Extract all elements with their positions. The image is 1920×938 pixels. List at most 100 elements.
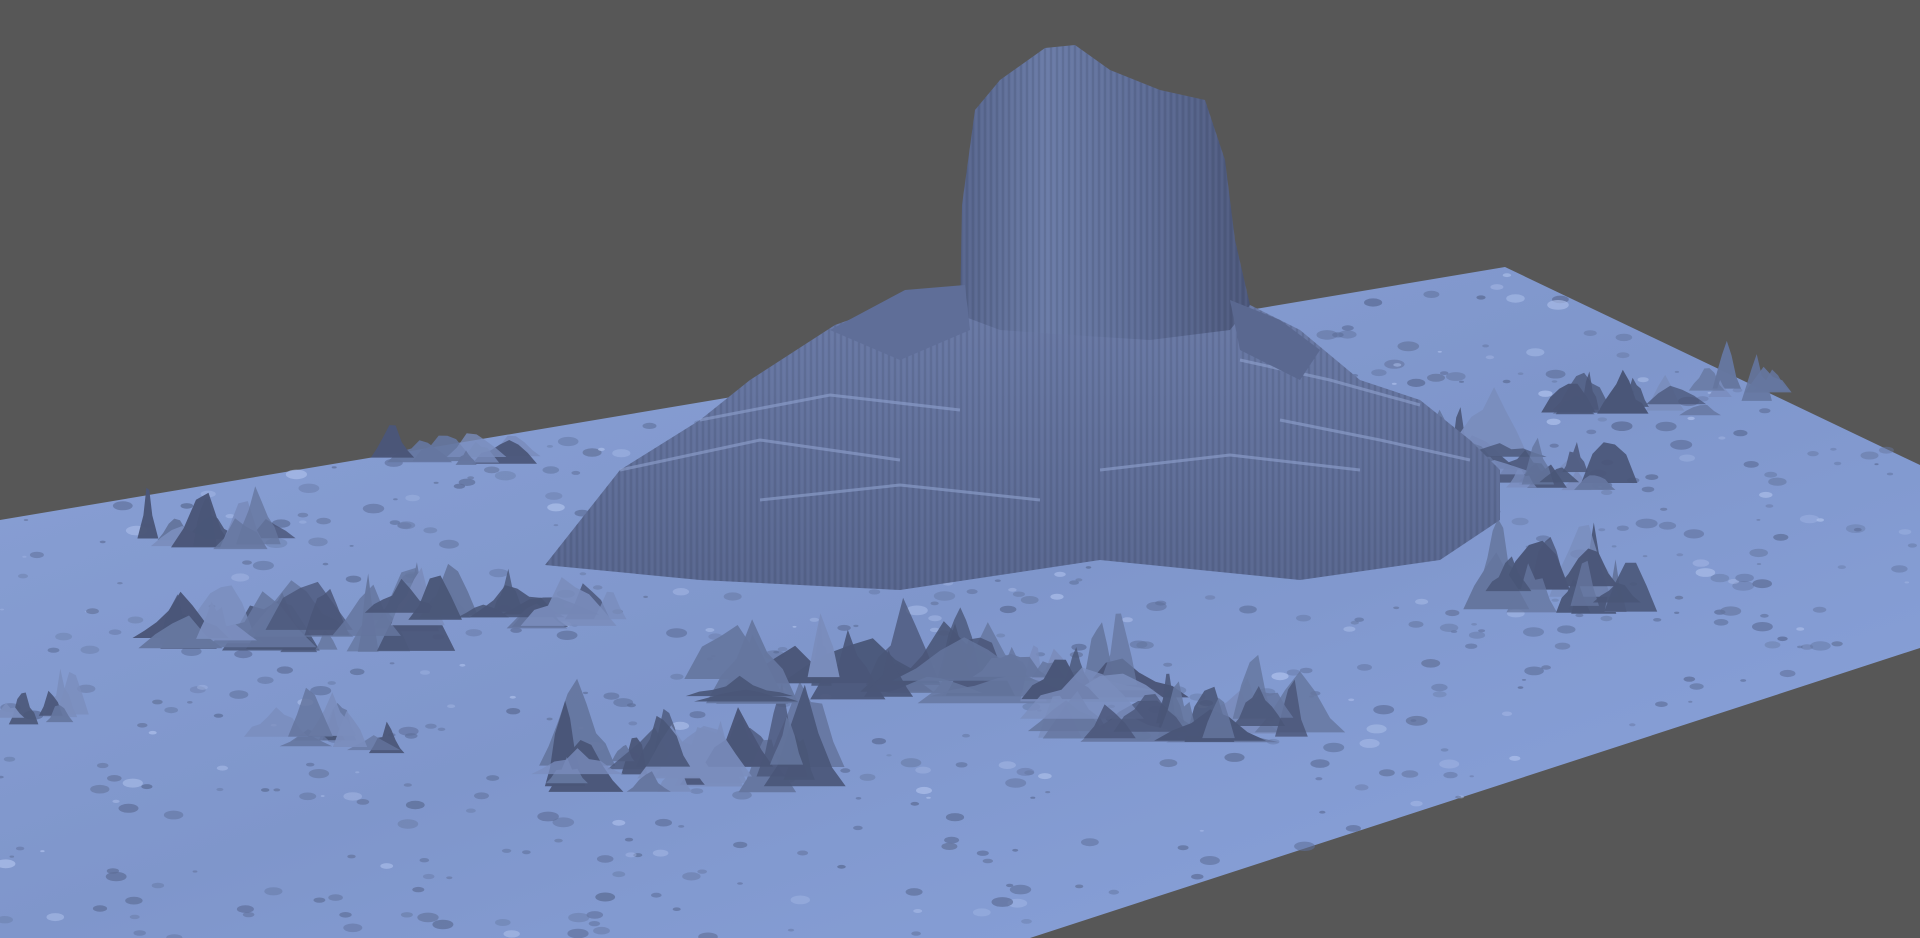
terrain-speck [926,796,931,799]
terrain-speck [320,795,325,797]
terrain-speck [1204,595,1216,600]
terrain-speck [236,905,254,913]
terrain-speck [1779,669,1796,678]
terrain-speck [1439,623,1459,632]
terrain-speck [1768,477,1787,486]
terrain-speck [1853,527,1862,532]
terrain-speck [486,775,500,781]
terrain-speck [571,470,581,475]
terrain-speck [1310,759,1330,768]
terrain-speck [1465,643,1478,649]
terrain-speck [213,713,224,718]
terrain-speck [612,871,626,878]
terrain-speck [423,527,438,534]
terrain-speck [557,436,579,447]
terrain-speck [1688,700,1693,703]
terrain-speck [1199,829,1204,832]
terrain-speck [837,864,846,869]
terrain-speck [1421,659,1441,668]
terrain-speck [1597,417,1608,422]
terrain-speck [1357,664,1372,671]
rock-peak [370,425,415,458]
terrain-speck [1468,631,1486,639]
terrain-speck [355,771,360,774]
terrain-speck [285,469,307,480]
terrain-speck [187,701,193,704]
terrain-render [0,45,1920,938]
terrain-speck [439,539,459,549]
terrain-speck [412,886,425,893]
terrain-speck [991,897,1014,907]
terrain-speck [316,517,331,525]
terrain-speck [3,756,16,762]
terrain-speck [92,905,108,912]
terrain-speck [1759,408,1771,414]
terrain-speck [1749,548,1768,558]
terrain-speck [625,852,637,858]
terrain-speck [466,808,476,813]
terrain-speck [1683,529,1705,539]
terrain-speck [495,919,511,926]
terrain-speck [1635,518,1658,529]
terrain-speck [1551,598,1559,602]
terrain-speck [853,624,859,628]
terrain-speck [299,792,317,801]
terrain-speck [417,912,439,923]
terrain-speck [1445,609,1460,617]
terrain-speck [343,792,363,801]
terrain-speck [405,800,425,810]
terrain-speck [506,708,521,715]
terrain-speck [306,762,315,767]
terrain-speck [790,895,810,905]
terrain-speck [216,787,224,792]
terrain-speck [1655,701,1668,707]
terrain-speck [1379,769,1395,777]
terrain-speck [1760,613,1769,618]
terrain-speck [389,662,395,665]
terrain-speck [1807,451,1819,457]
terrain-speck [1799,514,1820,524]
terrain-speck [522,850,531,855]
terrain-speck [1191,873,1204,880]
terrain-speck [1485,355,1495,360]
terrain-speck [1655,421,1677,432]
terrain-speck [1359,738,1380,748]
terrain-speck [1733,429,1748,437]
terrain-speck [403,783,412,787]
terrain-speck [1459,380,1464,383]
terrain-speck [982,858,993,864]
terrain-speck [509,695,516,699]
terrain-speck [459,663,466,667]
terrain-speck [1408,621,1424,628]
terrain-speck [1354,617,1364,622]
terrain-speck [596,855,614,863]
terrain-speck [465,629,483,637]
terrain-speck [1502,379,1511,384]
terrain-speck [23,519,29,521]
terrain-speck [624,837,634,842]
terrain-speck [1239,605,1257,614]
terrain-speck [148,730,157,735]
terrain-speck [1695,568,1716,577]
terrain-speck [1146,601,1167,612]
terrain-speck [1874,463,1879,466]
terrain-speck [400,912,413,918]
terrain-speck [1660,507,1668,511]
terrain-speck [1752,622,1773,632]
terrain-speck [1319,810,1326,814]
terrain-speck [1860,451,1879,460]
terrain-speck [855,797,862,800]
terrain-speck [1641,486,1655,493]
terrain-speck [1054,571,1066,577]
terrain-speck [242,560,252,565]
terrain-speck [261,788,270,792]
terrain-speck [397,819,419,829]
terrain-speck [1439,759,1460,769]
terrain-speck [18,573,28,579]
terrain-speck [837,624,851,631]
terrain-speck [404,733,418,739]
terrain-speck [298,483,320,493]
terrain-speck [0,608,4,611]
terrain-speck [859,773,876,781]
terrain-speck [343,923,363,933]
